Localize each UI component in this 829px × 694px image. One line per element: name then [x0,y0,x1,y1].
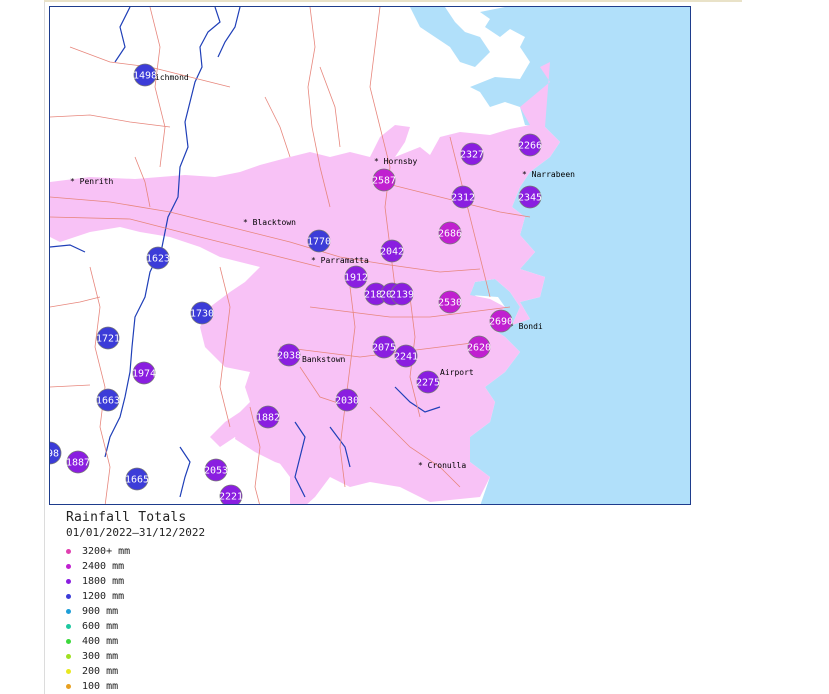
legend-label: 300 mm [82,651,119,662]
rain-station-marker[interactable]: 1887 [66,450,90,474]
station-total: 2312 [451,193,475,204]
station-total: 2530 [438,298,462,309]
legend-label: 400 mm [82,636,119,647]
station-total: 1623 [146,254,170,265]
legend-item: 900 mm [66,604,366,619]
station-total: 2587 [372,176,396,187]
legend-label: 3200+ mm [82,546,131,557]
place-label-airport: Airport [440,368,474,377]
legend-swatch [66,594,71,599]
station-total: 1665 [125,475,149,486]
place-label-penrith: * Penrith [70,177,114,186]
station-total: 2275 [416,378,440,389]
page-top-rule [44,0,742,2]
station-total: 2686 [438,229,462,240]
place-label-bankstown: Bankstown [302,355,346,364]
legend-swatch [66,684,71,689]
station-total: 1912 [344,273,368,284]
rain-station-marker[interactable]: 1665 [125,467,149,491]
legend-item: 300 mm [66,649,366,664]
rain-station-marker[interactable]: 1974 [132,361,156,385]
place-label-hornsby: * Hornsby [374,157,418,166]
legend-items: 3200+ mm 2400 mm 1800 mm 1200 mm 900 mm 600 m… [66,544,366,694]
legend-item: 1800 mm [66,574,366,589]
rain-station-marker[interactable]: 1498 [133,63,157,87]
legend-label: 1200 mm [82,591,125,602]
station-total: 1721 [96,334,120,345]
station-total: 2690 [489,317,513,328]
legend-swatch [66,624,71,629]
station-total: 2620 [467,343,491,354]
station-total: 1770 [307,237,331,248]
place-label-richmond: ichmond [155,73,189,82]
legend-item: 100 mm [66,679,366,694]
station-total: 1663 [96,396,120,407]
legend-swatch [66,639,71,644]
rain-station-marker[interactable]: 1663 [96,388,120,412]
legend-item: 200 mm [66,664,366,679]
legend-title: Rainfall Totals [66,510,187,525]
rainfall-map[interactable]: ichmond * Penrith * Blacktown * Parramatta *… [49,6,691,505]
legend-swatch [66,654,71,659]
place-label-blacktown: * Blacktown [243,218,296,227]
station-total: 2075 [372,343,396,354]
legend-label: 2400 mm [82,561,125,572]
rain-station-marker[interactable]: 2053 [204,458,228,482]
legend-item: 3200+ mm [66,544,366,559]
legend-label: 1800 mm [82,576,125,587]
legend-label: 200 mm [82,666,119,677]
estuary [410,7,490,67]
legend-date-range: 01/01/2022–31/12/2022 [66,526,206,539]
legend-item: 1200 mm [66,589,366,604]
rain-station-marker[interactable]: 698 [50,441,62,465]
station-total: 2053 [204,466,228,477]
place-label-cronulla: * Cronulla [418,461,466,470]
station-total: 2345 [518,193,542,204]
station-total: 1974 [132,369,156,380]
station-total: 2327 [460,150,484,161]
station-total: 1730 [190,309,214,320]
rain-station-marker[interactable]: 2221 [219,484,243,505]
station-total: 2266 [518,141,542,152]
station-total: 2221 [219,492,243,503]
legend-item: 2400 mm [66,559,366,574]
station-total: 2042 [380,247,404,258]
place-label-parramatta: * Parramatta [311,256,369,265]
station-total: 2038 [277,351,301,362]
rain-station-marker[interactable]: 1623 [146,246,170,270]
legend-swatch [66,549,71,554]
station-total: 1498 [133,71,157,82]
legend-label: 900 mm [82,606,119,617]
station-total: 698 [50,449,59,460]
station-total: 2139 [390,290,414,301]
station-total: 1882 [256,413,280,424]
legend-label: 600 mm [82,621,119,632]
page-left-rule [44,0,45,694]
legend-label: 100 mm [82,681,119,692]
legend-swatch [66,579,71,584]
legend-item: 600 mm [66,619,366,634]
map-legend: Rainfall Totals 01/01/2022–31/12/2022 32… [66,510,366,694]
station-total: 1887 [66,458,90,469]
place-label-narrabeen: * Narrabeen [522,170,575,179]
legend-item: 400 mm [66,634,366,649]
rain-station-marker[interactable]: 1721 [96,326,120,350]
place-label-bondi: * Bondi [509,322,543,331]
legend-swatch [66,564,71,569]
station-total: 2241 [394,352,418,363]
legend-swatch [66,609,71,614]
station-total: 2030 [335,396,359,407]
legend-swatch [66,669,71,674]
